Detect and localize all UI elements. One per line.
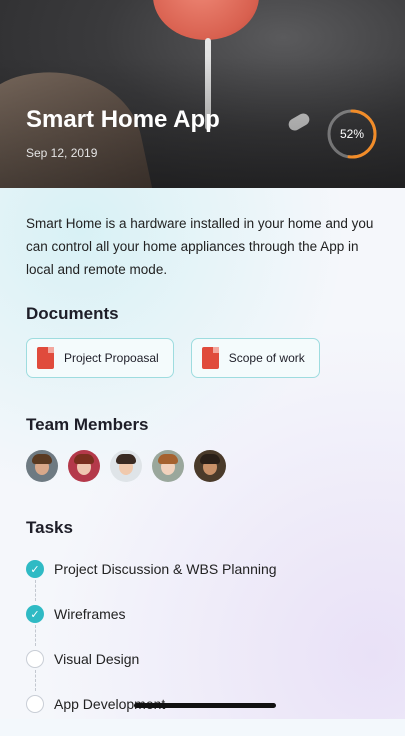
documents-heading: Documents [26,304,119,323]
task-connector [35,580,36,601]
progress-ring: 52% [326,108,378,160]
task-label: Project Discussion & WBS Planning [54,561,277,577]
task-label: Wireframes [54,606,126,622]
task-item[interactable]: ✓ Wireframes [26,601,277,646]
avatar[interactable] [68,450,100,482]
documents-list: Project Propoasal Scope of work [26,338,320,378]
file-icon [37,347,54,369]
document-project-proposal[interactable]: Project Propoasal [26,338,174,378]
header-image: Smart Home App Sep 12, 2019 52% [0,0,405,188]
tasks-heading: Tasks [26,518,73,537]
task-item[interactable]: Visual Design [26,646,277,691]
check-icon[interactable]: ✓ [26,560,44,578]
file-icon [201,347,219,369]
task-item[interactable]: App Development [26,691,277,736]
task-item[interactable]: ✓ Project Discussion & WBS Planning [26,556,277,601]
task-connector [35,625,36,646]
project-description: Smart Home is a hardware installed in yo… [26,216,374,277]
empty-circle-icon[interactable] [26,650,44,668]
tasks-list: ✓ Project Discussion & WBS Planning ✓ Wi… [26,556,277,736]
task-connector [35,670,36,691]
project-title: Smart Home App [26,106,220,133]
avatar[interactable] [26,450,58,482]
team-members-heading: Team Members [26,415,149,434]
document-label: Scope of work [228,351,305,365]
check-icon[interactable]: ✓ [26,605,44,623]
empty-circle-icon[interactable] [26,695,44,713]
avatar[interactable] [194,450,226,482]
home-indicator[interactable] [134,703,276,708]
project-details: Smart Home is a hardware installed in yo… [0,188,405,719]
task-label: Visual Design [54,651,140,667]
document-label: Project Propoasal [64,351,159,365]
avatar[interactable] [110,450,142,482]
team-members-list [26,450,226,482]
avatar[interactable] [152,450,184,482]
project-date: Sep 12, 2019 [26,146,98,160]
document-scope-of-work[interactable]: Scope of work [190,338,320,378]
progress-label: 52% [339,127,365,141]
